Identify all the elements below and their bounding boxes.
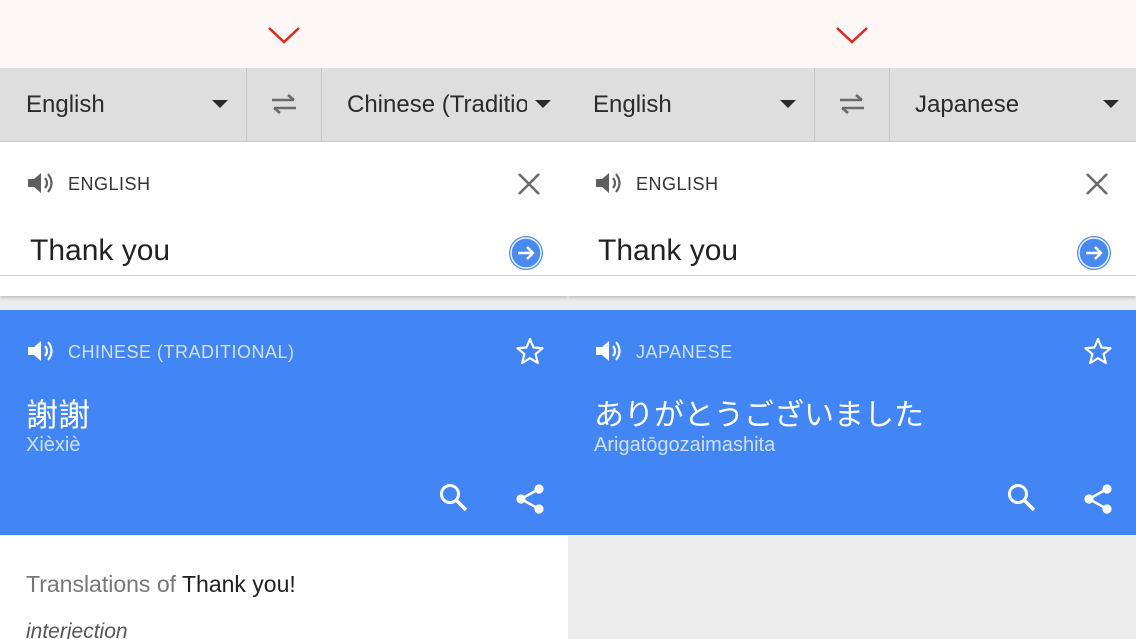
transliteration: Xièxiè (26, 434, 81, 456)
source-language-label: English (593, 91, 672, 118)
source-language-selector[interactable]: English (26, 68, 236, 141)
left-panel: English Chinese (Traditional) ENGLISH (0, 0, 568, 639)
star-outline-icon[interactable] (515, 336, 545, 366)
target-language-label: Japanese (915, 91, 1020, 118)
divider (321, 68, 322, 141)
source-language-label: English (26, 91, 105, 118)
transliteration: Arigatōgozaimashita (594, 434, 776, 456)
input-underline (0, 275, 568, 276)
translations-phrase: Thank you! (181, 571, 296, 597)
translation-result-card: CHINESE (TRADITIONAL) 謝謝 Xièxiè (0, 310, 568, 535)
share-icon[interactable] (513, 482, 547, 516)
input-underline (568, 275, 1136, 276)
swap-languages-icon[interactable] (268, 92, 300, 116)
source-language-caption: ENGLISH (636, 174, 719, 194)
input-card: ENGLISH Thank you (568, 142, 1136, 296)
arrow-forward-icon[interactable] (1077, 236, 1111, 270)
target-language-selector[interactable]: Japanese (915, 68, 1095, 141)
dropdown-arrow-icon[interactable] (1103, 100, 1119, 108)
source-language-caption: ENGLISH (68, 174, 151, 194)
arrow-forward-icon[interactable] (509, 236, 543, 270)
translation-result-card: JAPANESE ありがとうございました Arigatōgozaimashita (568, 310, 1136, 535)
close-icon[interactable] (1083, 170, 1111, 198)
dropdown-arrow-icon[interactable] (212, 100, 228, 108)
search-icon[interactable] (1006, 482, 1038, 514)
translations-heading: Translations of Thank you! (26, 571, 296, 598)
chevron-down-icon (835, 22, 869, 46)
translations-prefix: Translations of (26, 571, 176, 597)
dropdown-arrow-icon[interactable] (780, 100, 796, 108)
swap-languages-icon[interactable] (836, 92, 868, 116)
star-outline-icon[interactable] (1083, 336, 1113, 366)
speaker-icon[interactable] (26, 338, 56, 364)
language-bar: English Chinese (Traditional) (0, 68, 568, 142)
translated-text: ありがとうございました (594, 398, 924, 433)
target-language-caption: JAPANESE (636, 342, 733, 362)
divider (246, 68, 247, 141)
translations-card: Translations of Thank you! interjection (0, 536, 568, 639)
chevron-down-icon (267, 22, 301, 46)
input-text[interactable]: Thank you (598, 234, 738, 268)
top-bar (568, 0, 1136, 68)
speaker-icon[interactable] (594, 338, 624, 364)
speaker-icon[interactable] (594, 170, 624, 196)
close-icon[interactable] (515, 170, 543, 198)
input-card: ENGLISH Thank you (0, 142, 568, 296)
speaker-icon[interactable] (26, 170, 56, 196)
input-text[interactable]: Thank you (30, 234, 170, 268)
share-icon[interactable] (1081, 482, 1115, 516)
language-bar: English Japanese (568, 68, 1136, 142)
search-icon[interactable] (438, 482, 470, 514)
target-language-selector[interactable]: Chinese (Traditional) (347, 68, 527, 141)
divider (814, 68, 815, 141)
target-language-label: Chinese (Traditional) (347, 91, 527, 118)
right-panel: English Japanese ENGLISH Thank you JAPAN… (568, 0, 1136, 639)
top-bar (0, 0, 568, 68)
translated-text: 謝謝 (26, 396, 91, 434)
source-language-selector[interactable]: English (593, 68, 803, 141)
target-language-caption: CHINESE (TRADITIONAL) (68, 342, 295, 362)
part-of-speech: interjection (26, 620, 128, 639)
divider (889, 68, 890, 141)
dropdown-arrow-icon[interactable] (535, 100, 551, 108)
